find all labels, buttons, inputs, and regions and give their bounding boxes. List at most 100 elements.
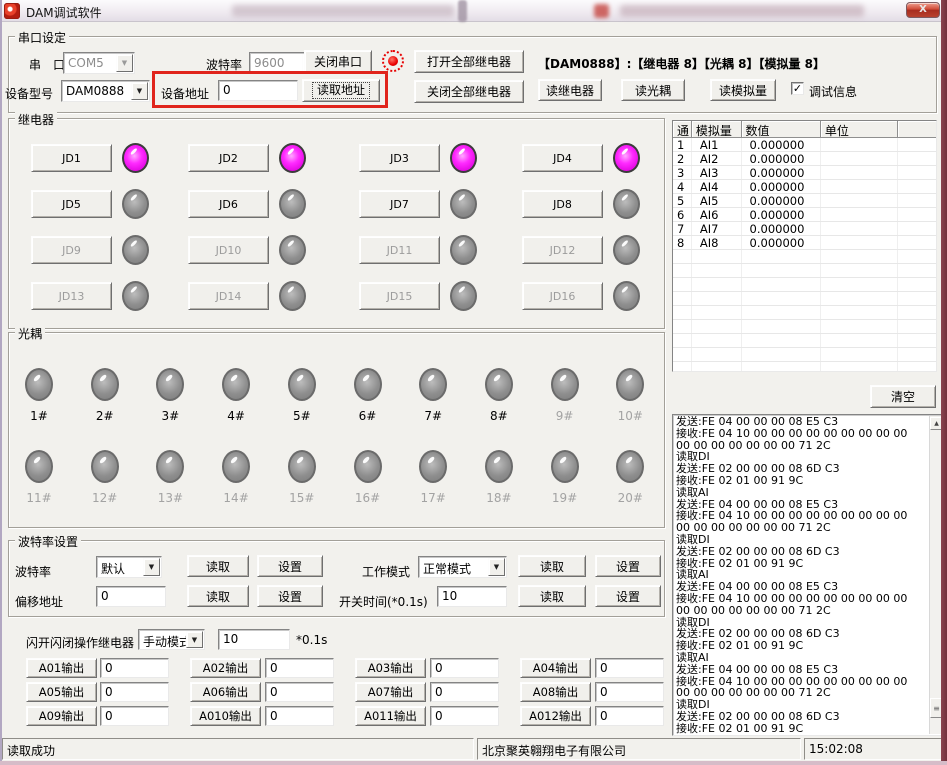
switch-time-set-button[interactable]: 设置 [595, 585, 661, 607]
relay-button[interactable]: JD4 [522, 144, 603, 172]
table-row[interactable] [673, 250, 936, 264]
analog-output-input[interactable]: 0 [430, 682, 499, 702]
table-row[interactable]: 5AI50.000000 [673, 194, 936, 208]
baud-read-button[interactable]: 读取 [187, 555, 249, 577]
chevron-down-icon[interactable]: ▼ [131, 82, 148, 100]
relay-button[interactable]: JD5 [31, 190, 112, 218]
col-extra[interactable] [898, 121, 936, 138]
analog-output-input[interactable]: 0 [595, 682, 664, 702]
analog-output-button[interactable]: A09输出 [26, 706, 97, 726]
analog-output-button[interactable]: A07输出 [355, 682, 426, 702]
read-opto-button[interactable]: 读光耦 [621, 79, 685, 101]
chevron-down-icon[interactable]: ▼ [116, 54, 133, 72]
analog-table[interactable]: 通 模拟量 数值 单位 1AI10.0000002AI20.0000003AI3… [672, 120, 937, 372]
open-all-relays-button[interactable]: 打开全部继电器 [414, 50, 524, 73]
work-mode-set-button[interactable]: 设置 [595, 555, 661, 577]
close-button[interactable]: X [906, 2, 940, 18]
col-value[interactable]: 数值 [742, 121, 821, 138]
chevron-down-icon[interactable]: ▼ [143, 558, 160, 576]
relay-button[interactable]: JD11 [359, 236, 440, 264]
analog-output-input[interactable]: 0 [100, 706, 169, 726]
read-address-button[interactable]: 读取地址 [302, 79, 380, 102]
analog-output-input[interactable]: 0 [100, 682, 169, 702]
work-mode-select[interactable]: 正常模式 ▼ [418, 556, 507, 578]
table-row[interactable]: 8AI80.000000 [673, 236, 936, 250]
switch-time-input[interactable]: 10 [437, 586, 507, 607]
table-row[interactable] [673, 292, 936, 306]
analog-output-button[interactable]: A05输出 [26, 682, 97, 702]
relay-button[interactable]: JD13 [31, 282, 112, 310]
analog-output-button[interactable]: A02输出 [190, 658, 261, 678]
relay-button[interactable]: JD15 [359, 282, 440, 310]
chevron-down-icon[interactable]: ▼ [186, 631, 203, 648]
flash-time-input[interactable]: 10 [218, 629, 290, 650]
offset-address-input[interactable]: 0 [96, 586, 166, 607]
table-row[interactable] [673, 320, 936, 334]
analog-output-input[interactable]: 0 [430, 658, 499, 678]
work-mode-read-button[interactable]: 读取 [518, 555, 586, 577]
switch-time-read-button[interactable]: 读取 [518, 585, 586, 607]
table-row[interactable] [673, 348, 936, 362]
analog-output-input[interactable]: 0 [595, 706, 664, 726]
col-unit[interactable]: 单位 [821, 121, 898, 138]
debug-info-checkbox[interactable]: ✓ [791, 82, 804, 95]
table-row[interactable] [673, 334, 936, 348]
table-row[interactable] [673, 264, 936, 278]
table-row[interactable]: 1AI10.000000 [673, 138, 936, 152]
analog-output-button[interactable]: A03输出 [355, 658, 426, 678]
table-row[interactable]: 7AI70.000000 [673, 222, 936, 236]
offset-set-button[interactable]: 设置 [257, 585, 323, 607]
analog-output-button[interactable]: A01输出 [26, 658, 97, 678]
relay-button[interactable]: JD7 [359, 190, 440, 218]
work-mode-value: 正常模式 [423, 560, 471, 577]
table-row[interactable]: 3AI30.000000 [673, 166, 936, 180]
relay-button[interactable]: JD14 [188, 282, 269, 310]
analog-output-button[interactable]: A011输出 [355, 706, 426, 726]
relay-button[interactable]: JD9 [31, 236, 112, 264]
col-channel[interactable]: 通 [673, 121, 692, 138]
opto-label: 8# [479, 409, 519, 423]
clear-log-button[interactable]: 清空 [870, 385, 936, 408]
relay-button[interactable]: JD8 [522, 190, 603, 218]
analog-output-input[interactable]: 0 [265, 682, 334, 702]
table-row[interactable]: 4AI40.000000 [673, 180, 936, 194]
relay-button[interactable]: JD16 [522, 282, 603, 310]
offset-read-button[interactable]: 读取 [187, 585, 249, 607]
opto-led-icon [485, 368, 513, 401]
close-all-relays-button[interactable]: 关闭全部继电器 [414, 80, 524, 103]
relay-button[interactable]: JD6 [188, 190, 269, 218]
analog-output-input[interactable]: 0 [595, 658, 664, 678]
analog-output-input[interactable]: 0 [265, 706, 334, 726]
col-analog[interactable]: 模拟量 [692, 121, 742, 138]
flash-mode-select[interactable]: 手动模式 ▼ [138, 629, 205, 650]
read-analog-button[interactable]: 读模拟量 [710, 79, 776, 101]
relay-button[interactable]: JD1 [31, 144, 112, 172]
close-port-button[interactable]: 关闭串口 [304, 50, 372, 73]
analog-output-button[interactable]: A06输出 [190, 682, 261, 702]
baud-set-select[interactable]: 默认 ▼ [96, 556, 162, 578]
debug-log-box[interactable]: 发送:FE 04 00 00 00 08 E5 C3 接收:FE 04 10 0… [672, 414, 945, 736]
analog-output-button[interactable]: A010输出 [190, 706, 261, 726]
device-address-input[interactable]: 0 [218, 80, 298, 101]
relay-button[interactable]: JD3 [359, 144, 440, 172]
table-row[interactable]: 2AI20.000000 [673, 152, 936, 166]
table-row[interactable] [673, 278, 936, 292]
title-bar[interactable]: DAM调试软件 X [0, 0, 947, 22]
analog-output-input[interactable]: 0 [100, 658, 169, 678]
relay-button[interactable]: JD2 [188, 144, 269, 172]
analog-output-button[interactable]: A08输出 [520, 682, 591, 702]
relay-button[interactable]: JD10 [188, 236, 269, 264]
baud-set-button[interactable]: 设置 [257, 555, 323, 577]
relay-button[interactable]: JD12 [522, 236, 603, 264]
analog-output-input[interactable]: 0 [265, 658, 334, 678]
com-port-select[interactable]: COM5 ▼ [63, 52, 135, 74]
analog-output-button[interactable]: A04输出 [520, 658, 591, 678]
device-model-select[interactable]: DAM0888 ▼ [61, 80, 150, 102]
analog-output-input[interactable]: 0 [430, 706, 499, 726]
table-row[interactable] [673, 306, 936, 320]
read-relay-button[interactable]: 读继电器 [538, 79, 602, 101]
chevron-down-icon[interactable]: ▼ [488, 558, 505, 576]
table-row[interactable]: 6AI60.000000 [673, 208, 936, 222]
table-row[interactable] [673, 362, 936, 372]
analog-output-button[interactable]: A012输出 [520, 706, 591, 726]
